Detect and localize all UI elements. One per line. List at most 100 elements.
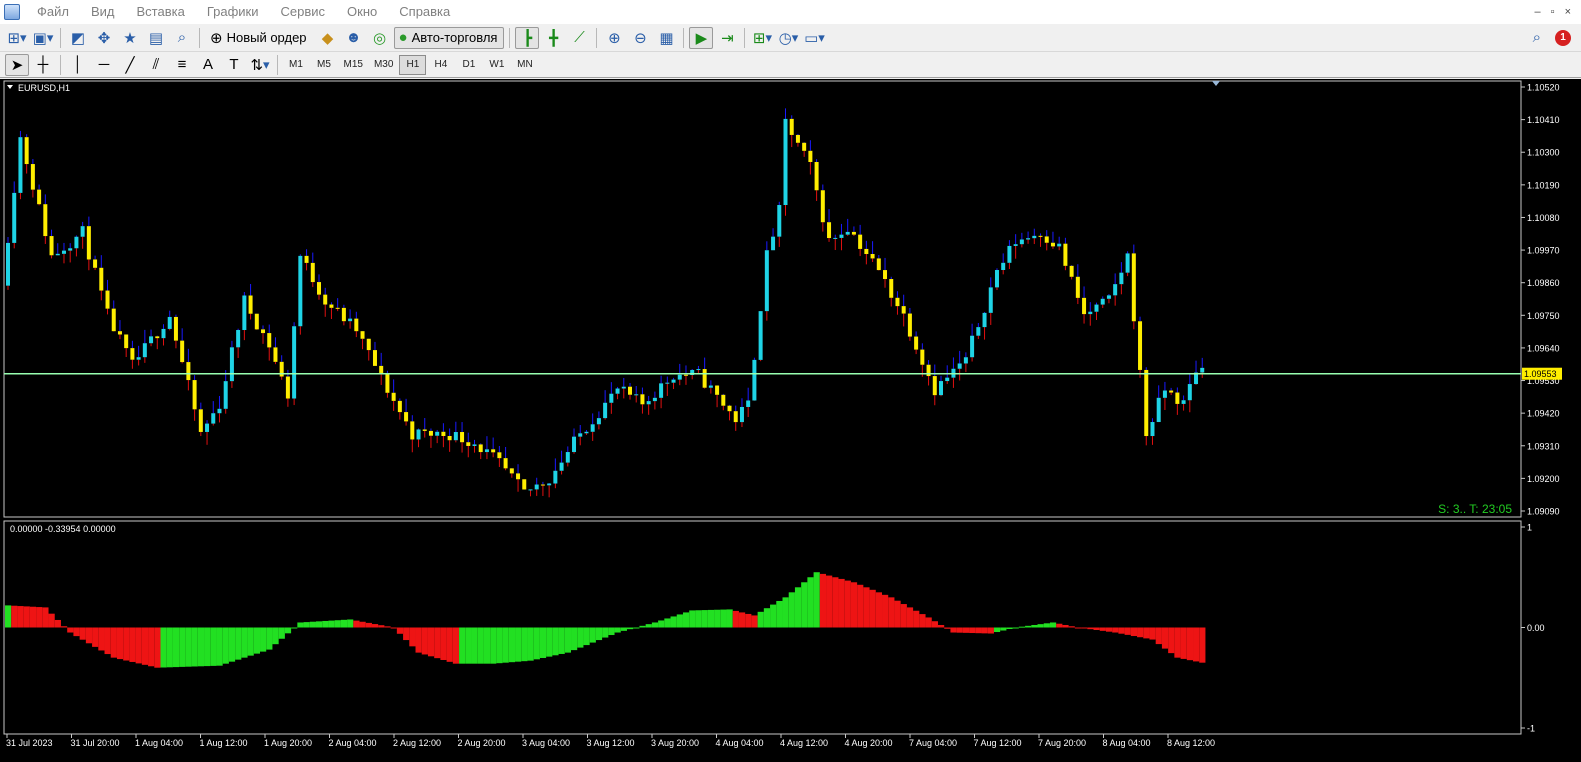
candle-body <box>447 435 452 441</box>
histogram-bar <box>185 627 192 667</box>
timeframe-m1[interactable]: M1 <box>283 55 310 75</box>
candle-body <box>715 385 720 395</box>
timeframe-w1[interactable]: W1 <box>483 55 510 75</box>
auto-scroll-button[interactable]: ▶ <box>689 26 714 49</box>
line-chart-button[interactable]: ⟋ <box>567 27 591 49</box>
candle-body <box>665 382 670 384</box>
candle-body <box>1200 367 1205 373</box>
terminal-button[interactable]: ▤ <box>144 27 168 49</box>
timeframe-h4[interactable]: H4 <box>427 55 454 75</box>
candle-body <box>435 431 440 436</box>
histogram-bar <box>148 627 155 667</box>
histogram-bar <box>1012 627 1019 629</box>
menu-help[interactable]: Справка <box>388 0 461 24</box>
horizontal-line-button[interactable]: ─ <box>92 54 116 76</box>
vps-button[interactable]: ◎ <box>368 27 392 49</box>
autotrading-button[interactable]: ● Авто-торговля <box>393 26 505 49</box>
notifications-badge[interactable]: 1 <box>1555 29 1571 46</box>
bar-chart-button[interactable]: ┣ <box>515 26 540 49</box>
candle-body <box>317 282 321 295</box>
tile-windows-button[interactable]: ▦ <box>654 27 678 49</box>
candle-body <box>808 150 813 162</box>
candle-body <box>771 236 776 251</box>
minimize-icon[interactable]: – <box>1535 6 1541 18</box>
chart-shift-button[interactable]: ⇥ <box>715 27 739 49</box>
indicator-tick-label: -1 <box>1527 724 1535 734</box>
close-icon[interactable]: × <box>1565 6 1571 18</box>
histogram-bar <box>900 604 907 628</box>
separator <box>277 54 278 75</box>
menu-view[interactable]: Вид <box>80 0 126 24</box>
candle-body <box>329 304 334 308</box>
candle-body <box>758 311 763 360</box>
time-tick-label: 31 Jul 20:00 <box>71 738 120 748</box>
periods-button[interactable]: ◷ ▾ <box>776 27 800 49</box>
histogram-bar <box>844 580 851 628</box>
zoom-in-button[interactable]: ⊕ <box>602 27 626 49</box>
histogram-bar <box>962 627 970 633</box>
text-label-button[interactable]: T <box>222 54 246 76</box>
histogram-bar <box>738 612 746 628</box>
time-tick-label: 4 Aug 04:00 <box>716 738 764 748</box>
profiles-button[interactable]: ▣ ▾ <box>31 27 55 49</box>
crosshair-button[interactable]: ┼ <box>31 54 55 76</box>
menu-file[interactable]: Файл <box>26 0 80 24</box>
menu-insert[interactable]: Вставка <box>126 0 196 24</box>
new-chart-button[interactable]: ⊞ ▾ <box>5 27 29 49</box>
menu-tools[interactable]: Сервис <box>270 0 337 24</box>
chart-window[interactable]: 1.10520 1.10410 1.10300 1.10190 1.10080 1.099… <box>0 79 1581 762</box>
candle-body <box>970 335 975 358</box>
histogram-bar <box>571 627 578 651</box>
candle-body <box>472 444 477 446</box>
candle-body <box>528 489 533 491</box>
candle-body <box>1044 236 1049 243</box>
channel-button[interactable]: ⫽ <box>144 54 168 76</box>
candlestick-button[interactable]: ╋ <box>541 27 565 49</box>
chart-canvas[interactable]: 1.10520 1.10410 1.10300 1.10190 1.10080 1.099… <box>0 79 1581 762</box>
timeframe-d1[interactable]: D1 <box>455 55 482 75</box>
histogram-bar <box>334 620 341 628</box>
indicators-icon: ⊞ <box>752 29 766 47</box>
time-tick-label: 7 Aug 20:00 <box>1038 738 1086 748</box>
candle-body <box>1032 235 1037 239</box>
arrows-button[interactable]: ⇅ ▾ <box>248 54 272 76</box>
zoom-out-button[interactable]: ⊖ <box>628 27 652 49</box>
candle-body <box>379 365 384 373</box>
timeframe-mn[interactable]: MN <box>511 55 538 75</box>
candle-body <box>789 118 794 135</box>
histogram-bar <box>564 627 571 653</box>
candle-body <box>559 462 564 471</box>
menu-window[interactable]: Окно <box>336 0 388 24</box>
candle-body <box>621 386 626 389</box>
tester-button[interactable]: ⌕ <box>170 27 194 49</box>
navigator-button[interactable]: ★ <box>118 27 142 49</box>
histogram-bar <box>763 608 771 628</box>
text-button[interactable]: A <box>196 54 220 76</box>
search-icon[interactable]: ⌕ <box>1533 29 1541 46</box>
fibonacci-button[interactable]: ≡ <box>170 54 194 76</box>
templates-button[interactable]: ▭ ▾ <box>802 27 826 49</box>
cursor-button[interactable]: ➤ <box>5 53 29 76</box>
histogram-bar <box>347 619 354 628</box>
candle-body <box>702 369 707 388</box>
menu-charts[interactable]: Графики <box>196 0 270 24</box>
indicators-button[interactable]: ⊞ ▾ <box>750 27 774 49</box>
signals-button[interactable]: ☻ <box>342 27 366 49</box>
new-chart-icon: ⊞ <box>7 29 21 47</box>
vertical-line-button[interactable]: │ <box>66 54 90 76</box>
timeframe-m15[interactable]: M15 <box>339 55 368 75</box>
histogram-bar <box>558 627 565 654</box>
new-order-button[interactable]: ⊕ Новый ордер <box>205 27 314 49</box>
data-window-button[interactable]: ✥ <box>92 27 116 49</box>
market-watch-button[interactable]: ◩ <box>66 27 90 49</box>
histogram-bar <box>925 617 932 628</box>
restore-icon[interactable]: ▫ <box>1551 6 1555 18</box>
timeframe-h1[interactable]: H1 <box>399 54 427 75</box>
trendline-button[interactable]: ╱ <box>118 54 142 76</box>
histogram-bar <box>546 627 553 657</box>
metaeditor-button[interactable]: ◆ <box>316 27 340 49</box>
timeframe-m30[interactable]: M30 <box>369 55 398 75</box>
status-text: S: 3.. T: 23:05 <box>1438 502 1512 516</box>
histogram-bar <box>477 627 484 664</box>
timeframe-m5[interactable]: M5 <box>311 55 338 75</box>
